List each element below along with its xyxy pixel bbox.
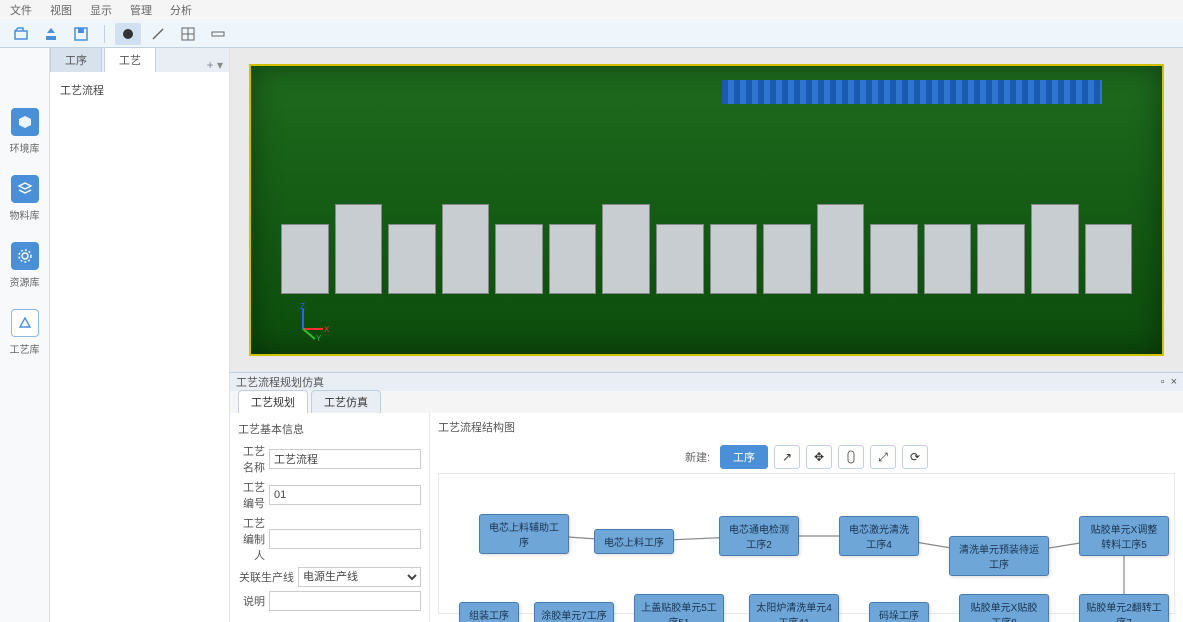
rail-item-process[interactable]: 工艺库 <box>10 309 40 356</box>
flow-node[interactable]: 贴胶单元X贴胶工序8 <box>959 594 1049 622</box>
left-rail: 环境库 物料库 资源库 工艺库 <box>0 48 50 622</box>
process-code-input[interactable] <box>269 485 421 505</box>
fit-tool-icon[interactable]: ⤢ <box>870 445 896 469</box>
form-panel: 工艺基本信息 工艺名称 工艺编号 工艺编制人 关联生产线 <box>230 413 430 622</box>
svg-text:X: X <box>324 325 330 334</box>
3d-viewport[interactable]: X Z Y <box>230 48 1183 372</box>
tab-sim[interactable]: 工艺仿真 <box>311 390 381 413</box>
flow-node[interactable]: 组装工序91 <box>459 602 519 622</box>
scroll-tool-icon[interactable] <box>838 445 864 469</box>
open-icon[interactable] <box>8 23 34 45</box>
flow-node[interactable]: 涂胶单元7工序71 <box>534 602 614 622</box>
upload-icon[interactable] <box>38 23 64 45</box>
rail-item-resource[interactable]: 资源库 <box>10 242 40 289</box>
measure-tool-icon[interactable] <box>205 23 231 45</box>
arrow-tool-icon[interactable]: ↗ <box>774 445 800 469</box>
menu-item[interactable]: 显示 <box>90 2 112 18</box>
layers-icon <box>11 175 39 203</box>
rail-item-material[interactable]: 物料库 <box>10 175 40 222</box>
flow-title: 工艺流程结构图 <box>430 413 1183 441</box>
new-step-button[interactable]: 工序 <box>720 445 768 469</box>
gear-icon <box>11 242 39 270</box>
svg-text:Z: Z <box>300 302 305 311</box>
toolbar <box>0 20 1183 48</box>
tree-add-icon[interactable]: + ▾ <box>201 58 229 72</box>
save-icon[interactable] <box>68 23 94 45</box>
process-desc-input[interactable] <box>269 591 421 611</box>
tab-process-step[interactable]: 工序 <box>50 47 102 72</box>
move-tool-icon[interactable]: ✥ <box>806 445 832 469</box>
menu-item[interactable]: 管理 <box>130 2 152 18</box>
circle-tool-icon[interactable] <box>115 23 141 45</box>
process-name-input[interactable] <box>269 449 421 469</box>
flow-node[interactable]: 清洗单元预装待运工序 <box>949 536 1049 576</box>
bottom-panel: 工艺流程规划仿真 ▫ × 工艺规划 工艺仿真 工艺基本信息 工艺名称 <box>230 372 1183 622</box>
axis-gizmo-icon: X Z Y <box>291 301 331 344</box>
tab-process[interactable]: 工艺 <box>104 47 156 72</box>
rail-item-env[interactable]: 环境库 <box>10 108 40 155</box>
flow-node[interactable]: 码垛工序 <box>869 602 929 622</box>
panel-close-icon[interactable]: × <box>1171 376 1177 388</box>
process-editor-input[interactable] <box>269 529 421 549</box>
form-section-label: 工艺基本信息 <box>238 421 421 437</box>
menu-item[interactable]: 文件 <box>10 2 32 18</box>
menu-bar: 文件 视图 显示 管理 分析 <box>0 0 1183 20</box>
production-line-select[interactable]: 电源生产线 <box>298 567 421 587</box>
svg-text:Y: Y <box>316 334 322 341</box>
line-tool-icon[interactable] <box>145 23 171 45</box>
triangle-icon <box>11 309 39 337</box>
flow-node[interactable]: 贴胶单元X调整转料工序5 <box>1079 516 1169 556</box>
flow-node[interactable]: 上盖贴胶单元5工序51 <box>634 594 724 622</box>
panel-title: 工艺流程规划仿真 <box>236 374 324 390</box>
flow-node[interactable]: 电芯上料辅助工序 <box>479 514 569 554</box>
menu-item[interactable]: 视图 <box>50 2 72 18</box>
flow-toolbar: 新建: 工序 ↗ ✥ ⤢ ⟳ <box>430 441 1183 473</box>
tab-plan[interactable]: 工艺规划 <box>238 390 308 413</box>
cube-icon <box>11 108 39 136</box>
panel-pin-icon[interactable]: ▫ <box>1161 376 1165 388</box>
flow-node[interactable]: 贴胶单元2翻转工序7 <box>1079 594 1169 622</box>
flow-node[interactable]: 太阳炉清洗单元4工序41 <box>749 594 839 622</box>
tree-root-item[interactable]: 工艺流程 <box>60 82 219 98</box>
refresh-tool-icon[interactable]: ⟳ <box>902 445 928 469</box>
flow-node[interactable]: 电芯上料工序 <box>594 529 674 554</box>
grid-tool-icon[interactable] <box>175 23 201 45</box>
flowchart-canvas[interactable]: 电芯上料辅助工序电芯上料工序 电芯通电检测工序2 电芯激光清洗工序4 清洗单元预装待运… <box>438 473 1175 614</box>
menu-item[interactable]: 分析 <box>170 2 192 18</box>
flow-node[interactable]: 电芯通电检测工序2 <box>719 516 799 556</box>
flow-node[interactable]: 电芯激光清洗工序4 <box>839 516 919 556</box>
tree-panel: 工序 工艺 + ▾ 工艺流程 <box>50 48 230 622</box>
